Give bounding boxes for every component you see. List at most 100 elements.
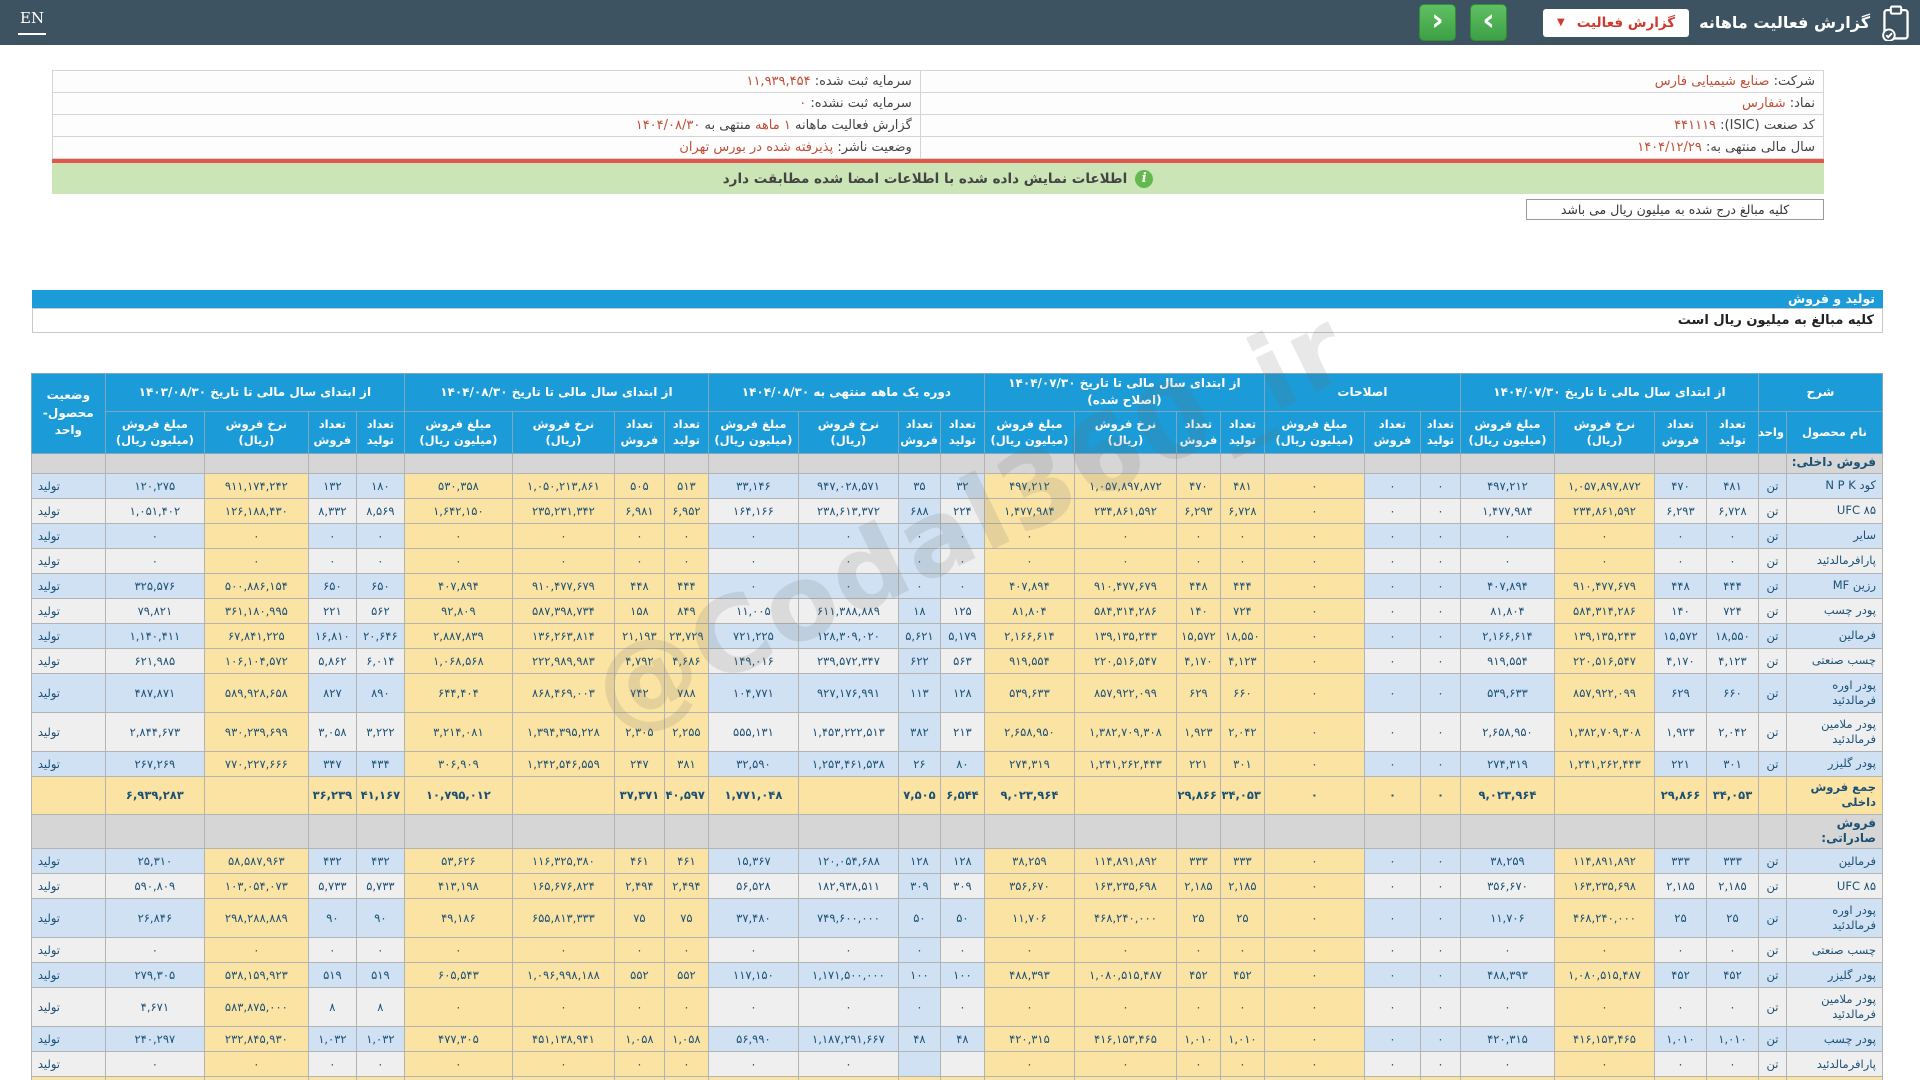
- value-cell: ۱,۵۹۸,۸۵۸: [403, 1075, 513, 1080]
- value-cell: ۴,۶۴۰: [613, 1075, 665, 1080]
- value-cell: ۴۹۷,۲۱۲: [983, 472, 1075, 499]
- header-col: مبلغ فروش (میلیون ریال): [983, 410, 1075, 454]
- header-col: نرخ فروش (ریال): [797, 410, 899, 454]
- value-cell: ۱,۳۸۲,۷۰۹,۳۰۸: [1553, 711, 1655, 752]
- value-cell: ۷۲۱,۲۲۵: [707, 622, 799, 649]
- value-cell: [1175, 452, 1221, 474]
- value-cell: ۵۸۳,۸۷۵,۰۰۰: [203, 986, 309, 1027]
- value-cell: ۷۵: [663, 897, 709, 938]
- product-name-cell: جمع فروش صادراتی: [1786, 1075, 1883, 1080]
- value-cell: ۱۶۴,۱۶۶: [707, 497, 799, 524]
- header-group: از ابتدای سال مالی تا تاریخ ۱۴۰۴/۰۷/۳۰: [1459, 373, 1759, 412]
- english-language-link[interactable]: EN: [18, 9, 47, 35]
- info-value: ۱۴۰۴/۰۸/۳۰: [635, 118, 701, 133]
- value-cell: ۸,۵۶۹: [355, 497, 405, 524]
- value-cell: ۱,۰۵۸: [663, 1025, 709, 1052]
- header-sub-row: نام محصول واحد تعداد تولید تعداد فروش نرخ فر…: [31, 410, 1883, 454]
- value-cell: ۲,۱۶۶,۶۱۴: [983, 622, 1075, 649]
- value-cell: ۲۳۲,۸۴۵,۹۳۰: [203, 1025, 309, 1052]
- status-cell: تولید: [30, 936, 106, 963]
- value-cell: ۵۵۵,۱۳۱: [707, 711, 799, 752]
- value-cell: ۰: [797, 1050, 899, 1077]
- value-cell: ۶,۵۴۴: [939, 775, 985, 815]
- value-cell: ۴,۰۰۵: [1705, 1075, 1759, 1080]
- value-cell: ۸۲۷: [307, 672, 357, 713]
- value-cell: ۳۴,۰۵۳: [1219, 775, 1265, 815]
- value-cell: ۰: [897, 547, 941, 574]
- value-cell: ۰: [1419, 672, 1461, 713]
- value-cell: [897, 452, 941, 474]
- value-cell: ۲,۴۹۴: [613, 872, 665, 899]
- value-cell: ۳۵۶,۶۷۰: [1459, 872, 1555, 899]
- value-cell: ۴,۶۷۱: [104, 986, 205, 1027]
- value-cell: ۹۲۷,۱۷۶,۹۹۱: [797, 672, 899, 713]
- value-cell: ۲۶۷,۲۶۹: [104, 750, 205, 777]
- value-cell: ۲۲۱: [1653, 750, 1707, 777]
- value-cell: ۰: [797, 522, 899, 549]
- value-cell: ۴۵۱,۱۳۸,۹۴۱: [511, 1025, 615, 1052]
- value-cell: ۰: [1263, 750, 1365, 777]
- value-cell: [1653, 452, 1707, 474]
- value-cell: ۴۹۷,۲۱۲: [1459, 472, 1555, 499]
- value-cell: ۱,۱۶۷,۲۳۸: [104, 1075, 205, 1080]
- status-cell: [30, 775, 106, 815]
- value-cell: [1705, 452, 1759, 474]
- value-cell: [1263, 452, 1365, 474]
- status-cell: [30, 452, 106, 474]
- value-cell: ۰: [1363, 936, 1421, 963]
- value-cell: ۵۱۹: [355, 961, 405, 988]
- value-cell: ۰: [1419, 961, 1461, 988]
- value-cell: ۹۴۷,۰۲۸,۵۷۱: [797, 472, 899, 499]
- value-cell: ۰: [1263, 597, 1365, 624]
- value-cell: ۴۰,۵۹۷: [663, 775, 709, 815]
- table-row: پارافرمالدئید تن ۰ ۰ ۰ ۰ ۰ ۰ ۰ ۰ ۰ ۰ ۰ ۰ ۰ ۰ ۰ ۰ ۰ ۰ ۰ ۰ ۰ ۰ ۰ تو…: [30, 547, 1883, 574]
- value-cell: ۰: [1073, 1050, 1177, 1077]
- value-cell: ۴,۱۷۰: [1653, 647, 1707, 674]
- value-cell: ۲۲۰,۵۱۶,۵۴۷: [1553, 647, 1655, 674]
- value-cell: ۵۶۳: [939, 647, 985, 674]
- next-report-button[interactable]: ›: [1470, 3, 1508, 41]
- value-cell: ۰: [897, 986, 941, 1027]
- value-cell: ۱۱۷,۱۵۰: [707, 961, 799, 988]
- value-cell: ۰: [1263, 497, 1365, 524]
- value-cell: ۴۸۸,۳۹۳: [983, 961, 1075, 988]
- value-cell: ۰: [1653, 1050, 1707, 1077]
- value-cell: ۲,۱۸۵: [1653, 872, 1707, 899]
- value-cell: ۰: [1705, 1050, 1759, 1077]
- value-cell: ۱,۴۷۷,۹۸۴: [1459, 497, 1555, 524]
- value-cell: ۰: [1459, 547, 1555, 574]
- value-cell: ۲,۱۸۵: [1175, 872, 1221, 899]
- value-cell: ۹۱۱,۱۷۴,۲۴۲: [203, 472, 309, 499]
- status-cell: [30, 813, 106, 849]
- value-cell: ۱,۰۵۱,۴۰۲: [104, 497, 205, 524]
- value-cell: [663, 452, 709, 474]
- value-cell: ۹۱۰,۴۷۷,۶۷۹: [511, 572, 615, 599]
- info-label: سال مالی منتهی به:: [1701, 140, 1815, 155]
- value-cell: [1459, 813, 1555, 849]
- value-cell: [1553, 452, 1655, 474]
- report-type-dropdown[interactable]: گزارش فعالیت ▼: [1543, 8, 1690, 37]
- unit-cell: [1757, 775, 1788, 815]
- info-value: ۴۴۱۱۱۹: [1674, 118, 1717, 133]
- value-cell: ۰: [707, 547, 799, 574]
- value-cell: ۲۲۲,۹۸۹,۹۸۳: [511, 647, 615, 674]
- unit-cell: تن: [1757, 547, 1788, 574]
- table-row: UFC ۸۵ تن ۶,۷۲۸ ۶,۲۹۳ ۲۳۴,۸۶۱,۵۹۲ ۱,۴۷۷,۹۸۴ ۰ ۰…: [30, 497, 1883, 524]
- value-cell: ۳۳۳: [1219, 847, 1265, 874]
- header-col: تعداد تولید: [939, 410, 985, 454]
- value-cell: ۴,۶۸۶: [663, 647, 709, 674]
- previous-report-button[interactable]: ‹: [1419, 3, 1457, 41]
- value-cell: ۳۶,۲۳۹: [307, 775, 357, 815]
- value-cell: [1073, 1075, 1177, 1080]
- value-cell: ۴۴۴: [1705, 572, 1759, 599]
- status-cell: تولید: [30, 622, 106, 649]
- product-name-cell: پارافرمالدئید: [1786, 547, 1883, 574]
- value-cell: ۱۸۲,۹۳۸,۵۱۱: [797, 872, 899, 899]
- value-cell: ۷,۸۱۴: [355, 1075, 405, 1080]
- value-cell: ۳۲۵,۵۷۶: [104, 572, 205, 599]
- value-cell: ۰: [104, 1050, 205, 1077]
- value-cell: ۲۳,۷۲۹: [663, 622, 709, 649]
- value-cell: ۰: [613, 936, 665, 963]
- value-cell: ۰: [1653, 936, 1707, 963]
- header-col: تعداد تولید: [1705, 410, 1759, 454]
